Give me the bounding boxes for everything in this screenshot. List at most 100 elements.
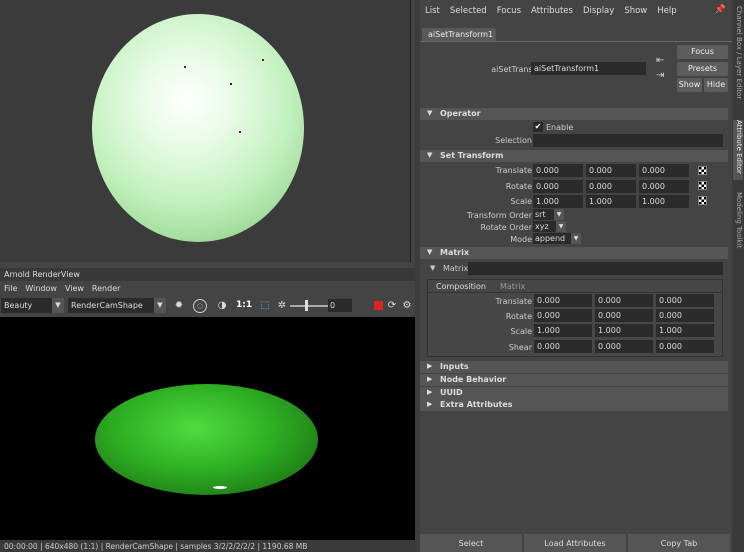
- section-node-behavior[interactable]: ▶ Node Behavior: [420, 374, 728, 386]
- menu-attributes[interactable]: Attributes: [526, 0, 578, 22]
- mode-dropdown[interactable]: append ▼: [533, 233, 581, 244]
- camera-dropdown[interactable]: RenderCamShape ▼: [68, 298, 166, 313]
- zoom-ratio[interactable]: 1:1: [236, 300, 252, 310]
- exposure-slider-handle[interactable]: [305, 300, 308, 311]
- comp-rotate-z-field[interactable]: 0.000: [656, 309, 714, 322]
- comp-shear-x-field[interactable]: 0.000: [534, 340, 592, 353]
- chevron-right-icon: ▶: [427, 388, 433, 396]
- tab-aisettransform1[interactable]: aiSetTransform1: [422, 28, 496, 41]
- comp-shear-y-field[interactable]: 0.000: [595, 340, 653, 353]
- translate-x-field[interactable]: 0.000: [533, 164, 583, 177]
- rotate-y-field[interactable]: 0.000: [586, 180, 636, 193]
- tab-modeling-toolkit[interactable]: Modeling Toolkit: [733, 192, 743, 257]
- exposure-field[interactable]: 0: [328, 299, 352, 312]
- checker-map-icon[interactable]: [698, 196, 707, 205]
- section-uuid-title: UUID: [440, 388, 463, 397]
- copy-tab-button[interactable]: Copy Tab: [628, 534, 730, 552]
- sun-icon[interactable]: ✹: [172, 299, 186, 313]
- node-name-field[interactable]: aiSetTransform1: [531, 62, 646, 75]
- chevron-right-icon: ▶: [427, 400, 433, 408]
- section-operator[interactable]: ▼ Operator: [420, 108, 728, 120]
- matrix-field-label: Matrix: [443, 264, 469, 273]
- menu-display[interactable]: Display: [578, 0, 619, 22]
- rotate-x-field[interactable]: 0.000: [533, 180, 583, 193]
- aov-dropdown[interactable]: Beauty ▼: [1, 298, 64, 313]
- checker-map-icon[interactable]: [698, 181, 707, 190]
- comp-translate-z-field[interactable]: 0.000: [656, 294, 714, 307]
- rotate-z-field[interactable]: 0.000: [639, 180, 689, 193]
- viewport-panel[interactable]: [0, 0, 411, 262]
- ocio-icon[interactable]: ◌: [193, 299, 207, 313]
- stop-render-button[interactable]: [374, 301, 383, 310]
- focus-button[interactable]: Focus: [677, 45, 728, 59]
- tab-attribute-editor[interactable]: Attribute Editor: [733, 120, 743, 180]
- comp-shear-z-field[interactable]: 0.000: [656, 340, 714, 353]
- chevron-down-icon: ▼: [52, 298, 64, 313]
- menu-file[interactable]: File: [0, 282, 21, 295]
- comp-translate-label: Translate: [495, 297, 532, 306]
- chevron-down-icon: ▼: [571, 233, 581, 244]
- enable-checkbox[interactable]: ✔: [533, 122, 543, 132]
- translate-z-field[interactable]: 0.000: [639, 164, 689, 177]
- translate-y-field[interactable]: 0.000: [586, 164, 636, 177]
- select-button[interactable]: Select: [420, 534, 522, 552]
- checker-icon[interactable]: ◑: [215, 299, 229, 313]
- chevron-down-icon: ▼: [154, 298, 166, 313]
- menu-view[interactable]: View: [61, 282, 88, 295]
- region-icon[interactable]: ⬚: [258, 299, 272, 313]
- chevron-down-icon[interactable]: ▼: [430, 264, 435, 272]
- load-attributes-button[interactable]: Load Attributes: [524, 534, 626, 552]
- settings-icon[interactable]: ⚙: [400, 299, 414, 313]
- comp-rotate-label: Rotate: [505, 312, 532, 321]
- rendered-sphere: [95, 384, 318, 495]
- scale-label: Scale: [510, 197, 532, 206]
- menu-focus[interactable]: Focus: [492, 0, 526, 22]
- transform-order-dropdown[interactable]: srt ▼: [533, 209, 564, 220]
- tab-composition[interactable]: Composition: [436, 282, 486, 291]
- matrix-field[interactable]: [468, 262, 723, 275]
- scale-y-field[interactable]: 1.000: [586, 195, 636, 208]
- comp-rotate-x-field[interactable]: 0.000: [534, 309, 592, 322]
- comp-scale-x-field[interactable]: 1.000: [534, 324, 592, 337]
- comp-rotate-y-field[interactable]: 0.000: [595, 309, 653, 322]
- menu-window[interactable]: Window: [21, 282, 61, 295]
- scale-z-field[interactable]: 1.000: [639, 195, 689, 208]
- menu-help[interactable]: Help: [652, 0, 681, 22]
- ae-menubar: List Selected Focus Attributes Display S…: [420, 0, 732, 22]
- checker-map-icon[interactable]: [698, 166, 707, 175]
- menu-show[interactable]: Show: [619, 0, 652, 22]
- input-connection-icon[interactable]: ⇤: [656, 55, 664, 66]
- tab-matrix[interactable]: Matrix: [500, 282, 525, 291]
- menu-render[interactable]: Render: [88, 282, 124, 295]
- refresh-icon[interactable]: ⟳: [385, 299, 399, 313]
- tab-channel-box[interactable]: Channel Box / Layer Editor: [733, 6, 743, 106]
- rotate-order-dropdown[interactable]: xyz ▼: [533, 221, 566, 232]
- comp-scale-z-field[interactable]: 1.000: [656, 324, 714, 337]
- comp-translate-y-field[interactable]: 0.000: [595, 294, 653, 307]
- exposure-slider[interactable]: [290, 305, 328, 307]
- show-button[interactable]: Show: [677, 78, 702, 92]
- section-uuid[interactable]: ▶ UUID: [420, 387, 728, 399]
- menu-list[interactable]: List: [420, 0, 445, 22]
- sphere-mesh[interactable]: [92, 14, 304, 242]
- render-image[interactable]: [0, 317, 415, 540]
- selection-label: Selection: [495, 136, 532, 145]
- chevron-down-icon: ▼: [554, 209, 564, 220]
- section-set-transform[interactable]: ▼ Set Transform: [420, 150, 728, 162]
- section-inputs-title: Inputs: [440, 362, 469, 371]
- section-matrix[interactable]: ▼ Matrix: [420, 247, 728, 259]
- matrix-tab-panel: Composition Matrix Translate 0.000 0.000…: [427, 279, 723, 357]
- output-connection-icon[interactable]: ⇥: [656, 70, 664, 81]
- pin-icon[interactable]: 📌: [715, 5, 726, 15]
- section-inputs[interactable]: ▶ Inputs: [420, 361, 728, 373]
- comp-scale-y-field[interactable]: 1.000: [595, 324, 653, 337]
- menu-selected[interactable]: Selected: [445, 0, 492, 22]
- gear-icon[interactable]: ✲: [275, 299, 289, 313]
- selection-field[interactable]: [533, 134, 723, 147]
- comp-translate-x-field[interactable]: 0.000: [534, 294, 592, 307]
- presets-button[interactable]: Presets: [677, 62, 728, 76]
- hide-button[interactable]: Hide: [704, 78, 728, 92]
- scale-x-field[interactable]: 1.000: [533, 195, 583, 208]
- specular-highlight: [213, 486, 227, 489]
- section-extra-attributes[interactable]: ▶ Extra Attributes: [420, 399, 728, 411]
